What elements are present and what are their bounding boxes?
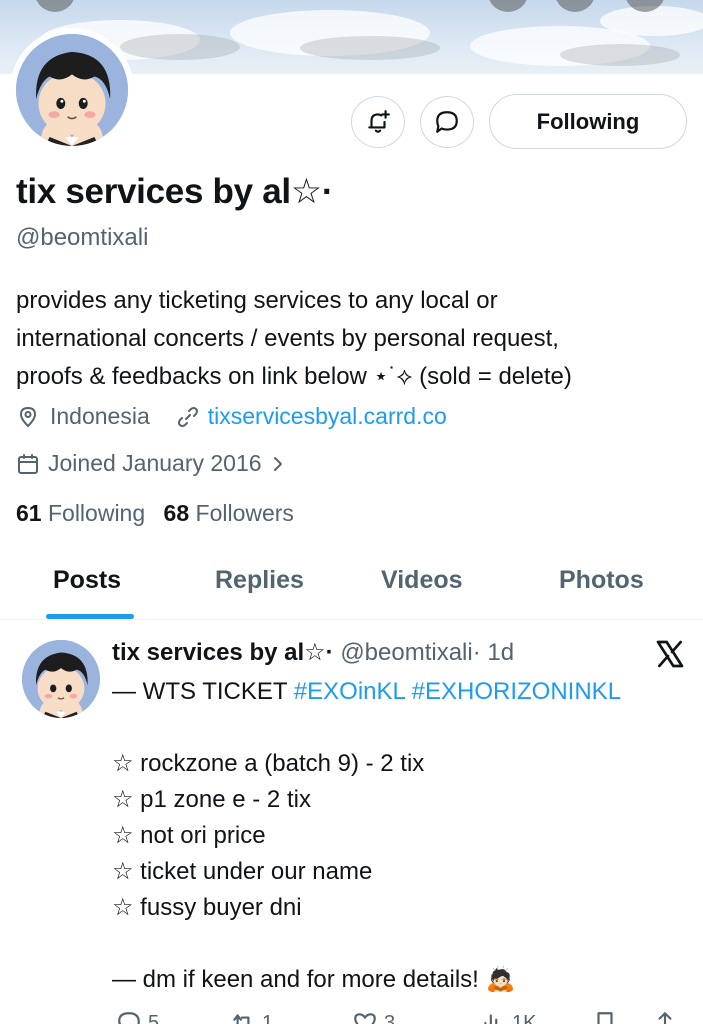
like-count: 3 bbox=[384, 1011, 396, 1024]
tab-replies[interactable]: Replies bbox=[215, 566, 304, 595]
views-icon bbox=[484, 1014, 498, 1024]
profile-location: Indonesia bbox=[50, 403, 150, 429]
tweet-intro: — WTS TICKET bbox=[112, 678, 294, 705]
tab-photos[interactable]: Photos bbox=[559, 566, 644, 595]
tweet-header: tix services by al☆· @beomtixali· 1d bbox=[112, 638, 514, 667]
tweet-list-item: ☆ not ori price bbox=[112, 822, 266, 849]
reply-icon bbox=[118, 1012, 140, 1024]
heart-icon bbox=[354, 1013, 376, 1024]
like-button[interactable]: 3 bbox=[352, 1010, 395, 1024]
profile-tabs: Posts Replies Videos Photos bbox=[0, 560, 703, 620]
followers-count: 68 bbox=[163, 500, 190, 526]
notify-button[interactable] bbox=[351, 96, 405, 148]
repost-button[interactable]: 1 bbox=[230, 1010, 273, 1024]
reply-button[interactable]: 5 bbox=[116, 1010, 159, 1024]
share-tweet-button[interactable] bbox=[652, 1010, 678, 1024]
profile-handle: @beomtixali bbox=[16, 224, 149, 251]
hashtag-link[interactable]: #EXHORIZONINKL bbox=[412, 678, 621, 705]
search-button[interactable] bbox=[488, 0, 528, 12]
profile-meta-row: Indonesia tixservicesbyal.carrd.co bbox=[16, 403, 447, 430]
following-stat-link[interactable]: 61 Following bbox=[16, 500, 145, 526]
tweet-author-handle[interactable]: @beomtixali bbox=[340, 639, 472, 666]
tweet-timestamp[interactable]: · 1d bbox=[473, 639, 514, 666]
profile-avatar[interactable] bbox=[10, 28, 134, 152]
bio-line: provides any ticketing services to any l… bbox=[16, 287, 498, 314]
profile-joined-row[interactable]: Joined January 2016 bbox=[16, 450, 286, 477]
reply-count: 5 bbox=[148, 1011, 160, 1024]
calendar-icon bbox=[18, 453, 38, 474]
followers-stat-link[interactable]: 68 Followers bbox=[164, 500, 294, 526]
repost-count: 1 bbox=[262, 1011, 274, 1024]
x-logo-icon bbox=[656, 640, 684, 668]
tweet-text: — WTS TICKET #EXOinKL #EXHORIZONINKL ☆ r… bbox=[112, 674, 697, 998]
bookmark-icon bbox=[597, 1012, 613, 1024]
link-icon bbox=[177, 406, 198, 427]
bio-line: proofs & feedbacks on link below ⋆˙⟡ (so… bbox=[16, 363, 572, 390]
tab-posts[interactable]: Posts bbox=[53, 566, 121, 595]
chevron-right-icon bbox=[273, 456, 282, 471]
bookmark-button[interactable] bbox=[592, 1010, 618, 1024]
active-tab-indicator bbox=[46, 614, 134, 619]
bell-plus-icon bbox=[368, 110, 390, 133]
back-button[interactable] bbox=[35, 0, 75, 12]
message-button[interactable] bbox=[420, 96, 474, 148]
profile-website-link[interactable]: tixservicesbyal.carrd.co bbox=[208, 403, 447, 430]
message-bubble-icon bbox=[436, 111, 458, 133]
tweet-list-item: ☆ ticket under our name bbox=[112, 858, 373, 885]
profile-display-name: tix services by al☆· bbox=[16, 172, 334, 211]
bio-line: international concerts / events by perso… bbox=[16, 325, 559, 352]
hashtag-link[interactable]: #EXOinKL bbox=[294, 678, 405, 705]
tweet-list-item: ☆ fussy buyer dni bbox=[112, 894, 302, 921]
tweet-author-name[interactable]: tix services by al☆· bbox=[112, 639, 334, 666]
tweet-line: — WTS TICKET #EXOinKL #EXHORIZONINKL bbox=[112, 674, 697, 710]
repost-icon bbox=[233, 1014, 250, 1024]
share-button[interactable] bbox=[555, 0, 595, 12]
avatar-illustration bbox=[16, 34, 128, 146]
avatar-illustration bbox=[22, 640, 100, 718]
share-icon bbox=[658, 1012, 672, 1024]
following-button[interactable]: Following bbox=[489, 94, 687, 149]
tab-videos[interactable]: Videos bbox=[381, 566, 463, 595]
profile-stats: 61 Following 68 Followers bbox=[16, 500, 294, 527]
tweet-avatar[interactable] bbox=[22, 640, 100, 718]
tweet-list-item: ☆ rockzone a (batch 9) - 2 tix bbox=[112, 750, 425, 777]
tweet-action-bar: 5 1 3 1K bbox=[112, 1010, 692, 1024]
views-button[interactable]: 1K bbox=[480, 1010, 536, 1024]
profile-joined: Joined January 2016 bbox=[48, 450, 262, 476]
following-label: Following bbox=[47, 500, 146, 526]
tweet-list-item: ☆ p1 zone e - 2 tix bbox=[112, 786, 311, 813]
following-count: 61 bbox=[16, 500, 42, 526]
location-pin-icon bbox=[19, 406, 37, 427]
tweet-closing: — dm if keen and for more details! 🙇🏻 bbox=[112, 966, 516, 993]
followers-label: Followers bbox=[195, 500, 294, 526]
views-count: 1K bbox=[512, 1011, 537, 1024]
profile-bio: provides any ticketing services to any l… bbox=[16, 282, 696, 396]
